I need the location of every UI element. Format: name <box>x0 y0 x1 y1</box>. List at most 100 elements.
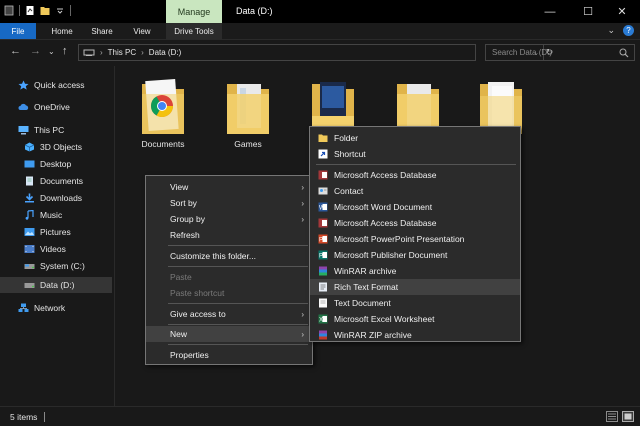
sidebar-item-downloads[interactable]: Downloads <box>24 190 82 206</box>
new-item-winrar-archive[interactable]: WinRAR archive <box>310 263 520 279</box>
sidebar-item-data-d[interactable]: Data (D:) <box>0 277 112 293</box>
submenu-arrow-icon: › <box>301 309 304 319</box>
breadcrumb-this-pc[interactable]: This PC <box>108 48 136 57</box>
new-item-text-document[interactable]: Text Document <box>310 295 520 311</box>
new-folder-icon[interactable] <box>40 5 50 16</box>
help-icon[interactable]: ? <box>623 25 634 36</box>
sidebar-item-label: Videos <box>40 244 66 254</box>
status-separator <box>44 412 45 422</box>
new-item-excel-worksheet[interactable]: X Microsoft Excel Worksheet <box>310 311 520 327</box>
minimize-button[interactable]: — <box>532 0 568 23</box>
new-item-publisher[interactable]: P Microsoft Publisher Document <box>310 247 520 263</box>
menu-item-group-by[interactable]: Group by › <box>146 211 312 227</box>
new-item-powerpoint[interactable]: P Microsoft PowerPoint Presentation <box>310 231 520 247</box>
details-view-icon[interactable] <box>606 411 618 422</box>
close-button[interactable]: ✕ <box>604 0 640 23</box>
new-item-access-database-2[interactable]: Microsoft Access Database <box>310 215 520 231</box>
sidebar-item-label: Data (D:) <box>40 280 75 290</box>
menu-item-sort-by[interactable]: Sort by › <box>146 195 312 211</box>
tab-share[interactable]: Share <box>86 23 118 39</box>
sidebar-item-this-pc[interactable]: This PC <box>18 122 64 138</box>
menu-item-label: Refresh <box>170 230 200 240</box>
item-count: 5 items <box>10 412 38 422</box>
breadcrumb-data-d[interactable]: Data (D:) <box>149 48 181 57</box>
sidebar-item-3d-objects[interactable]: 3D Objects <box>24 139 82 155</box>
menu-item-label: Microsoft PowerPoint Presentation <box>334 234 465 244</box>
svg-text:X: X <box>319 318 323 324</box>
menu-item-give-access[interactable]: Give access to › <box>146 306 312 322</box>
submenu-arrow-icon: › <box>301 214 304 224</box>
new-item-shortcut[interactable]: Shortcut <box>310 146 520 162</box>
tab-home[interactable]: Home <box>44 23 80 39</box>
recent-locations-button[interactable]: ⌄ <box>48 47 55 56</box>
toolbar-separator <box>70 5 71 16</box>
sidebar-item-network[interactable]: Network <box>18 300 65 316</box>
menu-item-view[interactable]: View › <box>146 179 312 195</box>
expand-ribbon-button[interactable]: ⌄ <box>607 25 615 36</box>
music-icon <box>25 210 34 220</box>
context-menu: View › Sort by › Group by › Refresh Cust… <box>145 175 313 365</box>
sidebar-item-system-c[interactable]: System (C:) <box>24 258 85 274</box>
sidebar-item-label: Pictures <box>40 227 71 237</box>
sidebar-item-label: Downloads <box>40 193 83 203</box>
forward-button[interactable]: → <box>30 45 41 57</box>
manage-tab[interactable]: Manage <box>166 0 222 23</box>
publisher-icon: P <box>318 250 328 260</box>
new-item-contact[interactable]: Contact <box>310 183 520 199</box>
maximize-button[interactable]: ☐ <box>570 0 606 23</box>
svg-text:W: W <box>319 206 325 212</box>
menu-item-label: Contact <box>334 186 364 196</box>
new-item-winrar-zip[interactable]: WinRAR ZIP archive <box>310 327 520 343</box>
back-button[interactable]: ← <box>10 45 21 57</box>
folder-icon <box>227 84 269 134</box>
pane-divider[interactable] <box>114 66 115 406</box>
tab-view[interactable]: View <box>124 23 160 39</box>
menu-item-customize-folder[interactable]: Customize this folder... <box>146 248 312 264</box>
sidebar-item-desktop[interactable]: Desktop <box>24 156 71 172</box>
title-bar: Manage Data (D:) — ☐ ✕ <box>0 0 640 23</box>
tab-drive-tools[interactable]: Drive Tools <box>166 23 222 39</box>
winrar-zip-icon <box>319 330 327 340</box>
new-item-rich-text-format[interactable]: Rich Text Format <box>310 279 520 295</box>
up-button[interactable]: ↑ <box>62 45 68 57</box>
ribbon-controls: ⌄ ? <box>607 25 634 36</box>
drive-icon <box>24 264 35 269</box>
folder-icon <box>318 134 328 142</box>
shortcut-icon <box>318 149 328 159</box>
menu-separator <box>168 266 308 267</box>
menu-item-refresh[interactable]: Refresh <box>146 227 312 243</box>
sidebar-item-videos[interactable]: Videos <box>24 241 66 257</box>
menu-item-label: Sort by <box>170 198 197 208</box>
properties-icon[interactable] <box>25 5 35 16</box>
menu-item-properties[interactable]: Properties <box>146 347 312 363</box>
menu-item-label: WinRAR archive <box>334 266 397 276</box>
address-toolbar: ← → ⌄ ↑ › This PC › Data (D:) ⌄ ↻ Search… <box>0 39 640 65</box>
documents-icon <box>26 176 33 186</box>
menu-item-paste: Paste <box>146 269 312 285</box>
large-icons-view-icon[interactable] <box>622 411 634 422</box>
sidebar-item-label: Desktop <box>40 159 72 169</box>
new-item-access-database[interactable]: Microsoft Access Database <box>310 167 520 183</box>
sidebar-item-quick-access[interactable]: Quick access <box>18 77 85 93</box>
app-folder-icon <box>4 5 14 16</box>
sidebar-item-label: Network <box>34 303 66 313</box>
customize-toolbar-icon[interactable] <box>55 5 65 16</box>
sidebar-item-documents[interactable]: Documents <box>24 173 83 189</box>
address-bar[interactable]: › This PC › Data (D:) ⌄ ↻ <box>78 44 553 61</box>
new-item-word-document[interactable]: W Microsoft Word Document <box>310 199 520 215</box>
sidebar-item-music[interactable]: Music <box>24 207 62 223</box>
tab-file[interactable]: File <box>0 23 36 39</box>
sidebar-item-onedrive[interactable]: OneDrive <box>18 99 70 115</box>
quick-access-toolbar <box>4 5 71 16</box>
menu-item-label: Text Document <box>334 298 391 308</box>
folder-documents[interactable] <box>128 76 198 140</box>
folder-games[interactable] <box>213 76 283 140</box>
search-box[interactable]: Search Data (D:) <box>485 44 635 61</box>
toolbar-separator <box>19 5 20 16</box>
search-input[interactable]: Search Data (D:) <box>492 48 552 57</box>
sidebar-item-pictures[interactable]: Pictures <box>24 224 71 240</box>
new-item-folder[interactable]: Folder <box>310 130 520 146</box>
breadcrumb-separator: › <box>100 48 103 57</box>
menu-item-label: New <box>170 329 188 339</box>
menu-item-new[interactable]: New › <box>146 326 312 342</box>
